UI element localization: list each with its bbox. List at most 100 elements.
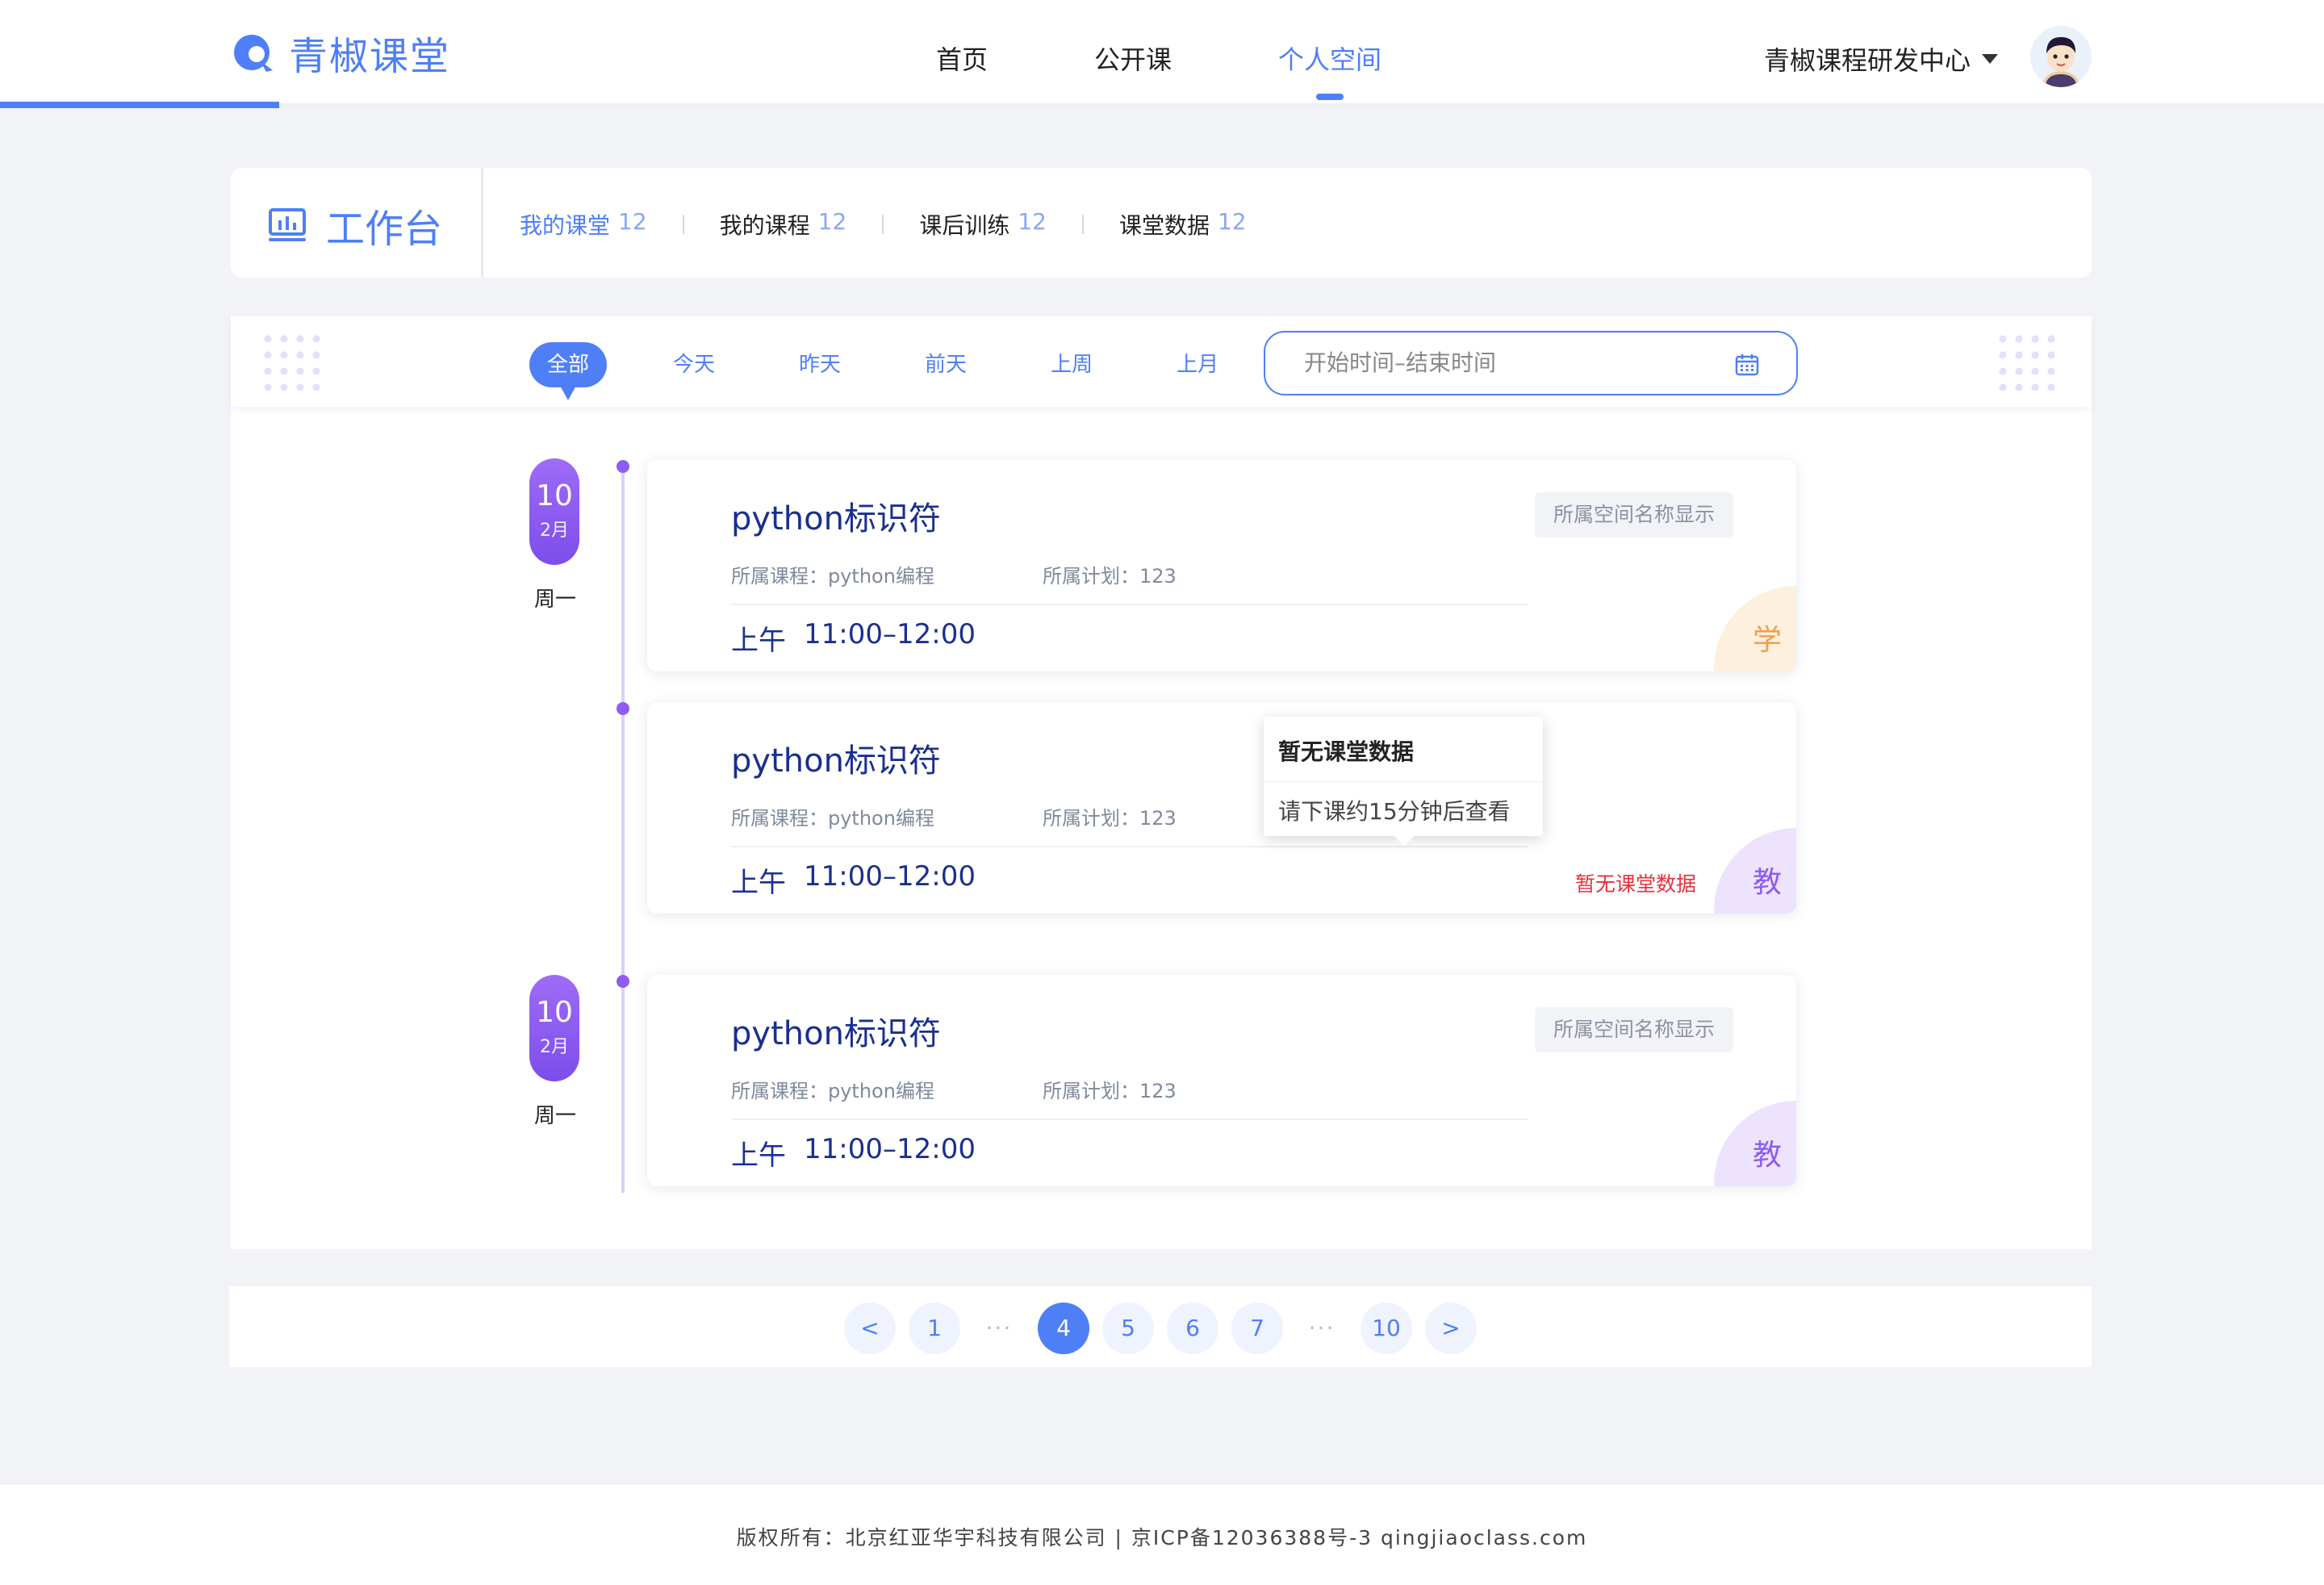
space-name-tag: 所属空间名称显示 bbox=[1535, 1007, 1733, 1052]
filter-all[interactable]: 全部 bbox=[529, 342, 608, 400]
top-header: 青椒课堂 首页 公开课 个人空间 青椒课程研发中心 bbox=[0, 0, 2324, 103]
divider bbox=[731, 604, 1528, 605]
card-plan: 所属计划：123 bbox=[1042, 565, 1177, 588]
filter-day-before[interactable]: 前天 bbox=[907, 342, 984, 387]
tab-label: 课堂数据 bbox=[1118, 212, 1210, 239]
date-range-picker[interactable]: 开始时间–结束时间 bbox=[1264, 331, 1798, 395]
card-title: python标识符 bbox=[731, 500, 941, 537]
filter-today[interactable]: 今天 bbox=[655, 342, 733, 387]
card-course: 所属课程：python编程 bbox=[731, 565, 934, 588]
date-month: 2月 bbox=[540, 521, 569, 541]
timeline-line bbox=[621, 462, 625, 1193]
timeline-dot bbox=[617, 702, 629, 715]
page-5[interactable]: 5 bbox=[1102, 1303, 1154, 1354]
nav-home[interactable]: 首页 bbox=[936, 0, 988, 103]
card-plan: 所属计划：123 bbox=[1042, 1080, 1177, 1102]
card-period: 上午 bbox=[731, 625, 786, 657]
divider bbox=[481, 168, 483, 278]
user-avatar-icon bbox=[2030, 26, 2092, 87]
tab-count: 12 bbox=[618, 208, 647, 235]
role-badge-student: 学 bbox=[1714, 586, 1796, 671]
card-time: 上午 11:00–12:00 bbox=[731, 618, 976, 658]
weekday-label: 周一 bbox=[534, 588, 577, 612]
filter-last-week[interactable]: 上周 bbox=[1033, 342, 1110, 387]
divider bbox=[882, 215, 884, 234]
card-meta: 所属课程：python编程 所属计划：123 bbox=[731, 1075, 1177, 1103]
nav-open-course[interactable]: 公开课 bbox=[1094, 0, 1172, 103]
avatar[interactable] bbox=[2030, 26, 2092, 87]
date-range-placeholder: 开始时间–结束时间 bbox=[1304, 349, 1497, 376]
role-badge-teacher: 教 bbox=[1714, 828, 1796, 914]
prev-page-button[interactable]: < bbox=[844, 1303, 896, 1354]
tab-homework[interactable]: 课后训练 12 bbox=[919, 208, 1047, 240]
filter-yesterday[interactable]: 昨天 bbox=[781, 342, 859, 387]
timeline-dot bbox=[617, 460, 629, 473]
dashboard-icon bbox=[269, 208, 306, 241]
workbench-title-text: 工作台 bbox=[326, 207, 443, 252]
tab-my-classroom[interactable]: 我的课堂 12 bbox=[520, 208, 647, 240]
page-ellipsis[interactable]: ··· bbox=[1296, 1303, 1348, 1354]
date-day: 10 bbox=[536, 479, 573, 512]
pagination: < 1 ··· 4 5 6 7 ··· 10 > bbox=[844, 1303, 1490, 1354]
page-4[interactable]: 4 bbox=[1038, 1303, 1089, 1354]
tab-label: 我的课程 bbox=[719, 212, 810, 239]
no-class-data-link[interactable]: 暂无课堂数据 bbox=[1575, 868, 1696, 897]
tab-count: 12 bbox=[1217, 208, 1247, 235]
divider bbox=[1264, 781, 1543, 782]
workbench-title: 工作台 bbox=[268, 197, 442, 253]
tab-count: 12 bbox=[1018, 208, 1047, 235]
page-ellipsis[interactable]: ··· bbox=[973, 1303, 1025, 1354]
card-course: 所属课程：python编程 bbox=[731, 807, 934, 830]
card-plan: 所属计划：123 bbox=[1042, 807, 1177, 830]
logo-text: 青椒课堂 bbox=[289, 34, 451, 79]
date-filters: 全部 今天 昨天 前天 上周 上月 bbox=[529, 342, 1285, 400]
divider bbox=[731, 1119, 1528, 1120]
card-time: 上午 11:00–12:00 bbox=[731, 1133, 976, 1173]
classroom-card[interactable]: python标识符 所属课程：python编程 所属计划：123 上午 11:0… bbox=[647, 702, 1796, 914]
classroom-card[interactable]: python标识符 所属空间名称显示 所属课程：python编程 所属计划：12… bbox=[647, 460, 1796, 671]
date-badge: 10 2月 bbox=[529, 975, 579, 1081]
page-1[interactable]: 1 bbox=[909, 1303, 960, 1354]
card-time-range: 11:00–12:00 bbox=[804, 618, 976, 650]
card-title: python标识符 bbox=[731, 742, 941, 780]
card-time-range: 11:00–12:00 bbox=[804, 1133, 976, 1165]
nav-personal-space[interactable]: 个人空间 bbox=[1278, 0, 1381, 103]
divider bbox=[682, 215, 684, 234]
divider bbox=[731, 846, 1528, 847]
no-data-tooltip: 暂无课堂数据 请下课约15分钟后查看 bbox=[1264, 717, 1543, 846]
tab-class-data[interactable]: 课堂数据 12 bbox=[1119, 208, 1247, 240]
tab-label: 我的课堂 bbox=[520, 212, 611, 239]
page-10[interactable]: 10 bbox=[1361, 1303, 1412, 1354]
page-progress-bar bbox=[0, 102, 279, 108]
filter-last-month[interactable]: 上月 bbox=[1159, 342, 1236, 387]
caret-down-icon bbox=[1982, 54, 1999, 64]
classroom-list-panel: 全部 今天 昨天 前天 上周 上月 开始时间–结束时间 10 2月 周一 10 … bbox=[231, 316, 2092, 1249]
logo[interactable]: 青椒课堂 bbox=[231, 24, 450, 81]
card-time-range: 11:00–12:00 bbox=[804, 860, 976, 893]
calendar-icon bbox=[1735, 354, 1759, 376]
timeline-dot bbox=[617, 975, 629, 988]
divider bbox=[1081, 215, 1084, 234]
tab-label: 课后训练 bbox=[919, 212, 1010, 239]
page-6[interactable]: 6 bbox=[1167, 1303, 1218, 1354]
page-7[interactable]: 7 bbox=[1231, 1303, 1283, 1354]
date-month: 2月 bbox=[540, 1037, 569, 1057]
space-name-tag: 所属空间名称显示 bbox=[1535, 492, 1733, 537]
classroom-card[interactable]: python标识符 所属空间名称显示 所属课程：python编程 所属计划：12… bbox=[647, 975, 1796, 1186]
weekday-label: 周一 bbox=[534, 1104, 577, 1128]
next-page-button[interactable]: > bbox=[1425, 1303, 1477, 1354]
org-switcher[interactable]: 青椒课程研发中心 bbox=[1764, 40, 1999, 77]
main-nav: 首页 公开课 个人空间 bbox=[936, 0, 1488, 103]
card-meta: 所属课程：python编程 所属计划：123 bbox=[731, 802, 1177, 830]
tooltip-body: 请下课约15分钟后查看 bbox=[1278, 798, 1511, 825]
decorative-dots bbox=[1995, 331, 2059, 392]
decorative-dots bbox=[260, 331, 324, 392]
tab-my-course[interactable]: 我的课程 12 bbox=[720, 208, 847, 240]
pagination-bar: < 1 ··· 4 5 6 7 ··· 10 > bbox=[229, 1286, 2092, 1367]
tooltip-title: 暂无课堂数据 bbox=[1278, 738, 1415, 765]
workbench-bar: 工作台 我的课堂 12 我的课程 12 课后训练 12 课堂数据 12 bbox=[231, 168, 2092, 278]
card-period: 上午 bbox=[731, 867, 786, 899]
org-name: 青椒课程研发中心 bbox=[1764, 45, 1971, 76]
card-meta: 所属课程：python编程 所属计划：123 bbox=[731, 560, 1177, 588]
footer: 版权所有：北京红亚华宇科技有限公司 | 京ICP备12036388号-3 qin… bbox=[0, 1485, 2324, 1585]
